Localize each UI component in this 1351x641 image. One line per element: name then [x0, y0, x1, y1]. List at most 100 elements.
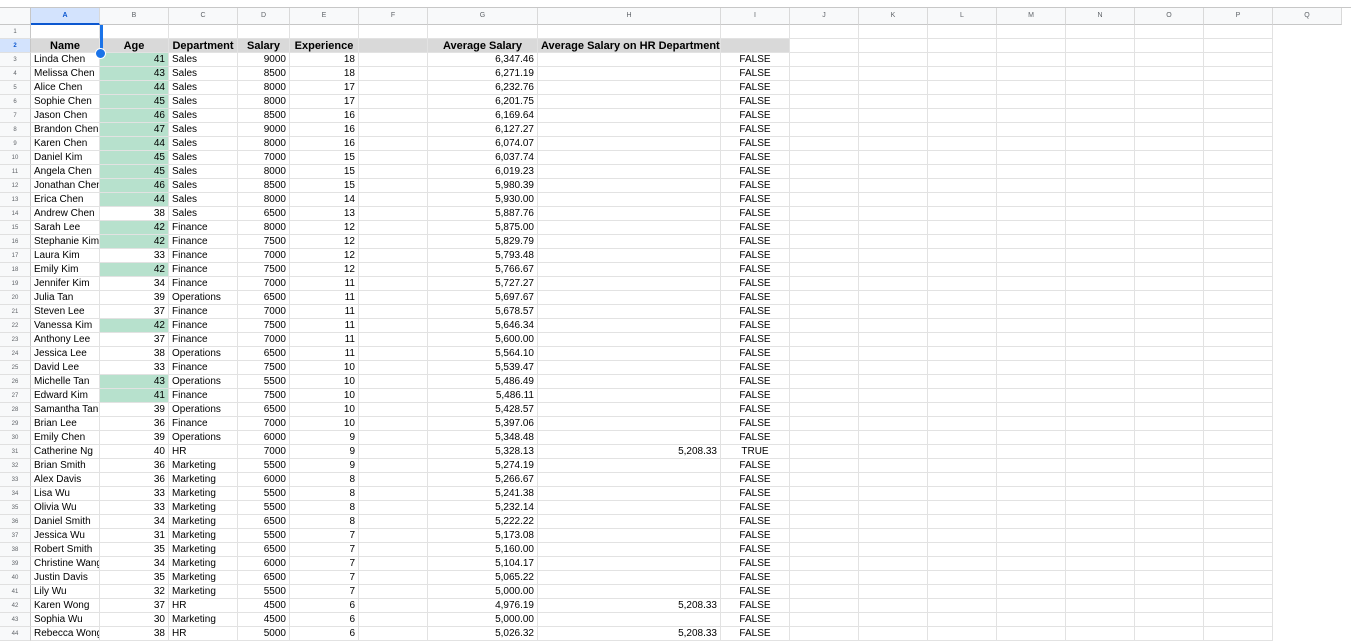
- cell[interactable]: [790, 333, 859, 347]
- average-salary-hr-cell[interactable]: [538, 319, 721, 333]
- average-salary-hr-cell[interactable]: [538, 543, 721, 557]
- cell[interactable]: [859, 431, 928, 445]
- row-header-4[interactable]: 4: [0, 67, 31, 81]
- name-cell[interactable]: Brian Lee: [31, 417, 100, 431]
- department-cell[interactable]: Finance: [169, 417, 238, 431]
- cell[interactable]: [1066, 445, 1135, 459]
- cell[interactable]: [997, 473, 1066, 487]
- cell[interactable]: [790, 375, 859, 389]
- cell[interactable]: [790, 123, 859, 137]
- average-salary-cell[interactable]: 5,486.11: [428, 389, 538, 403]
- cell[interactable]: [859, 375, 928, 389]
- experience-cell[interactable]: 12: [290, 249, 359, 263]
- hr-flag-cell[interactable]: FALSE: [721, 627, 790, 641]
- column-header-j[interactable]: J: [790, 8, 859, 25]
- cell[interactable]: [790, 431, 859, 445]
- department-cell[interactable]: Marketing: [169, 487, 238, 501]
- cell[interactable]: [1135, 249, 1204, 263]
- department-cell[interactable]: Sales: [169, 53, 238, 67]
- cell[interactable]: [928, 137, 997, 151]
- cell[interactable]: [1066, 557, 1135, 571]
- cell[interactable]: [1135, 473, 1204, 487]
- cell[interactable]: [1135, 361, 1204, 375]
- cell[interactable]: [1204, 543, 1273, 557]
- row-header-14[interactable]: 14: [0, 207, 31, 221]
- salary-cell[interactable]: 5500: [238, 529, 290, 543]
- department-cell[interactable]: Finance: [169, 235, 238, 249]
- cell[interactable]: [790, 613, 859, 627]
- cell[interactable]: [359, 277, 428, 291]
- average-salary-hr-cell[interactable]: [538, 151, 721, 165]
- cell[interactable]: [997, 389, 1066, 403]
- hr-flag-cell[interactable]: FALSE: [721, 375, 790, 389]
- row-header-37[interactable]: 37: [0, 529, 31, 543]
- column-header-k[interactable]: K: [859, 8, 928, 25]
- cell[interactable]: [997, 81, 1066, 95]
- experience-cell[interactable]: 11: [290, 319, 359, 333]
- hr-flag-cell[interactable]: FALSE: [721, 221, 790, 235]
- cell[interactable]: [997, 361, 1066, 375]
- row-header-15[interactable]: 15: [0, 221, 31, 235]
- cell[interactable]: [1204, 403, 1273, 417]
- average-salary-cell[interactable]: 6,232.76: [428, 81, 538, 95]
- cell[interactable]: [790, 207, 859, 221]
- name-cell[interactable]: David Lee: [31, 361, 100, 375]
- salary-cell[interactable]: 7000: [238, 249, 290, 263]
- average-salary-cell[interactable]: 5,065.22: [428, 571, 538, 585]
- age-cell[interactable]: 45: [100, 95, 169, 109]
- cell[interactable]: [997, 431, 1066, 445]
- column-header-p[interactable]: P: [1204, 8, 1273, 25]
- cell[interactable]: [1135, 613, 1204, 627]
- cell[interactable]: [928, 333, 997, 347]
- hr-flag-cell[interactable]: FALSE: [721, 291, 790, 305]
- salary-cell[interactable]: 5000: [238, 627, 290, 641]
- row-header-19[interactable]: 19: [0, 277, 31, 291]
- cell[interactable]: [1066, 249, 1135, 263]
- cell[interactable]: [859, 333, 928, 347]
- average-salary-cell[interactable]: 5,274.19: [428, 459, 538, 473]
- cell[interactable]: [1066, 39, 1135, 53]
- row-header-22[interactable]: 22: [0, 319, 31, 333]
- hr-flag-cell[interactable]: FALSE: [721, 319, 790, 333]
- cell[interactable]: [928, 571, 997, 585]
- salary-cell[interactable]: 6500: [238, 207, 290, 221]
- cell[interactable]: [1204, 53, 1273, 67]
- cell[interactable]: [928, 375, 997, 389]
- name-cell[interactable]: Laura Kim: [31, 249, 100, 263]
- cell[interactable]: [997, 235, 1066, 249]
- cell[interactable]: [1204, 389, 1273, 403]
- cell[interactable]: [928, 585, 997, 599]
- salary-cell[interactable]: 7000: [238, 417, 290, 431]
- cell[interactable]: [997, 165, 1066, 179]
- hr-flag-cell[interactable]: FALSE: [721, 165, 790, 179]
- cell[interactable]: [997, 193, 1066, 207]
- cell[interactable]: [790, 81, 859, 95]
- cell[interactable]: [1204, 291, 1273, 305]
- cell[interactable]: [928, 389, 997, 403]
- department-cell[interactable]: Finance: [169, 319, 238, 333]
- name-cell[interactable]: Jessica Wu: [31, 529, 100, 543]
- cell[interactable]: [359, 417, 428, 431]
- name-cell[interactable]: Michelle Tan: [31, 375, 100, 389]
- cell[interactable]: [1135, 95, 1204, 109]
- name-cell[interactable]: Daniel Smith: [31, 515, 100, 529]
- salary-cell[interactable]: 8500: [238, 179, 290, 193]
- department-cell[interactable]: Marketing: [169, 473, 238, 487]
- row-header-31[interactable]: 31: [0, 445, 31, 459]
- age-cell[interactable]: 36: [100, 473, 169, 487]
- average-salary-cell[interactable]: 6,347.46: [428, 53, 538, 67]
- average-salary-cell[interactable]: 6,037.74: [428, 151, 538, 165]
- cell[interactable]: [359, 403, 428, 417]
- cell[interactable]: [859, 123, 928, 137]
- cell[interactable]: [359, 249, 428, 263]
- row-header-34[interactable]: 34: [0, 487, 31, 501]
- column-header-g[interactable]: G: [428, 8, 538, 25]
- age-cell[interactable]: 41: [100, 53, 169, 67]
- age-cell[interactable]: 33: [100, 487, 169, 501]
- cell[interactable]: [928, 67, 997, 81]
- cell[interactable]: [859, 305, 928, 319]
- salary-cell[interactable]: 8000: [238, 81, 290, 95]
- average-salary-hr-cell[interactable]: [538, 389, 721, 403]
- row-header-35[interactable]: 35: [0, 501, 31, 515]
- cell[interactable]: [790, 459, 859, 473]
